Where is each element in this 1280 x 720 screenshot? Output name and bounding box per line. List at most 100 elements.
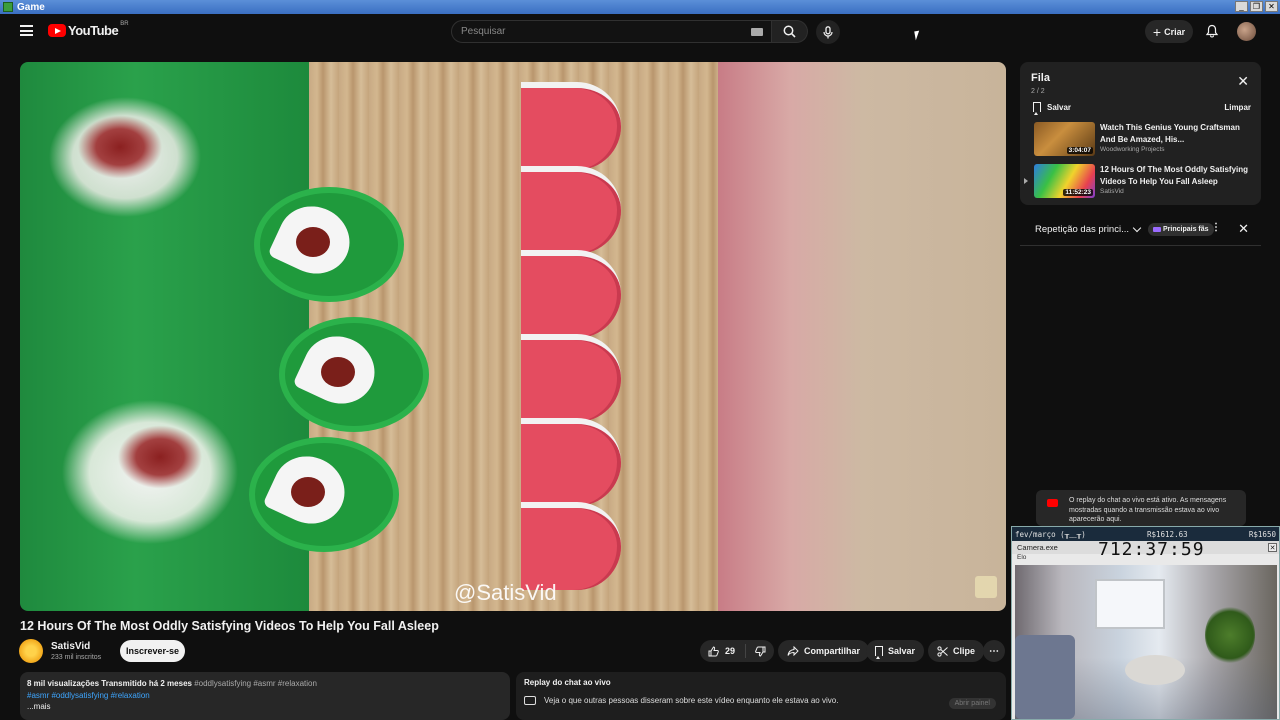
channel-branding-icon[interactable] xyxy=(975,576,997,598)
room-table xyxy=(1125,655,1185,685)
restore-button[interactable]: ❐ xyxy=(1250,1,1263,12)
clip-label: Clipe xyxy=(953,646,976,656)
clip-button[interactable]: Clipe xyxy=(928,640,985,662)
create-button[interactable]: + Criar xyxy=(1145,20,1193,43)
thumbs-up-icon xyxy=(708,645,719,656)
youtube-logo[interactable]: YouTube BR xyxy=(48,20,129,38)
room-window xyxy=(1095,579,1165,629)
close-window-button[interactable]: ✕ xyxy=(1265,1,1278,12)
webcam-feed xyxy=(1015,565,1277,719)
green-candy xyxy=(254,187,404,302)
duration-badge: 3:04:07 xyxy=(1066,147,1093,154)
like-count: 29 xyxy=(725,646,736,656)
queue-count: 2 / 2 xyxy=(1031,88,1045,95)
camera-title-bar: Camera.exe 712:37:59 ✕ xyxy=(1012,539,1279,560)
replay-description: Veja o que outras pessoas disseram sobre… xyxy=(544,696,839,705)
bookmark-icon xyxy=(1033,102,1041,115)
search-input[interactable] xyxy=(461,26,751,37)
share-button[interactable]: Compartilhar xyxy=(778,640,870,662)
room-plant xyxy=(1205,605,1255,665)
save-queue-label: Salvar xyxy=(1047,102,1072,112)
like-dislike-group: 29 xyxy=(700,640,774,662)
youtube-play-icon xyxy=(48,24,66,37)
green-candy xyxy=(279,317,429,432)
kebab-menu-icon[interactable]: ⋮ xyxy=(1211,223,1221,233)
close-queue-icon[interactable]: ✕ xyxy=(1237,74,1249,88)
chat-mode-selector[interactable]: Repetição das princi... xyxy=(1035,224,1130,235)
video-player[interactable]: @SatisVid xyxy=(20,62,1006,611)
live-chat-header: Repetição das princi... Principais fãs ⋮… xyxy=(1020,214,1261,246)
queue-thumbnail: 3:04:07 xyxy=(1034,122,1095,156)
logo-text: YouTube xyxy=(68,23,119,38)
close-chat-icon[interactable]: ✕ xyxy=(1238,222,1249,235)
ticker-amount: R$1612.63 xyxy=(1146,529,1188,539)
replay-title: Replay do chat ao vivo xyxy=(524,678,611,687)
channel-name[interactable]: SatisVid xyxy=(51,641,90,652)
create-label: Criar xyxy=(1164,26,1186,37)
queue-item-channel: SatisVid xyxy=(1100,188,1124,195)
ticker-goal: R$1650 xyxy=(1248,529,1276,539)
plus-icon: + xyxy=(1152,23,1162,40)
fans-icon xyxy=(1153,227,1161,232)
camera-overlay-window[interactable]: fev/março (╥﹏╥) R$1612.63 R$1650 Camera.… xyxy=(1011,526,1280,720)
app-icon xyxy=(3,2,13,12)
search-box xyxy=(451,20,772,43)
window-controls: _ ❐ ✕ xyxy=(1235,1,1278,12)
window-title: Game xyxy=(17,1,45,13)
video-blur-right xyxy=(718,62,1006,611)
minimize-button[interactable]: _ xyxy=(1235,1,1248,12)
queue-item-title: 12 Hours Of The Most Oddly Satisfying Vi… xyxy=(1100,165,1249,186)
queue-item-title: Watch This Genius Young Craftsman And Be… xyxy=(1100,123,1240,144)
view-count-date: 8 mil visualizações Transmitido há 2 mes… xyxy=(27,679,192,688)
subscriber-count: 233 mil inscritos xyxy=(51,654,102,661)
notifications-bell-icon[interactable] xyxy=(1205,24,1219,38)
channel-avatar[interactable] xyxy=(19,639,43,663)
bookmark-icon xyxy=(875,646,883,659)
live-chat-replay-box: Replay do chat ao vivo Veja o que outras… xyxy=(516,672,1006,720)
top-fans-button[interactable]: Principais fãs xyxy=(1148,223,1214,236)
save-button[interactable]: Salvar xyxy=(866,640,925,662)
notice-text: O replay do chat ao vivo está ativo. As … xyxy=(1069,497,1227,523)
more-actions-icon[interactable]: ⋯ xyxy=(983,640,1005,662)
video-watermark: @SatisVid xyxy=(454,580,557,605)
elapsed-clock: 712:37:59 xyxy=(1098,539,1205,560)
queue-item-current[interactable]: 11:52:23 12 Hours Of The Most Oddly Sati… xyxy=(1024,164,1258,200)
green-candy xyxy=(249,437,399,552)
queue-item[interactable]: 3:04:07 Watch This Genius Young Craftsma… xyxy=(1034,122,1258,158)
microphone-icon xyxy=(823,25,833,38)
save-queue-button[interactable]: Salvar xyxy=(1033,102,1072,115)
duration-badge: 11:52:23 xyxy=(1063,189,1093,196)
keyboard-icon[interactable] xyxy=(751,27,763,36)
subscribe-button[interactable]: Inscrever-se xyxy=(120,640,185,662)
share-label: Compartilhar xyxy=(804,646,861,656)
description-box[interactable]: 8 mil visualizações Transmitido há 2 mes… xyxy=(20,672,510,720)
queue-item-channel: Woodworking Projects xyxy=(1100,146,1165,153)
search-button[interactable] xyxy=(772,20,808,43)
chat-replay-notice: O replay do chat ao vivo está ativo. As … xyxy=(1036,490,1246,526)
window-title-bar: Game _ ❐ ✕ xyxy=(0,0,1280,14)
like-button[interactable]: 29 xyxy=(700,644,746,658)
voice-search-button[interactable] xyxy=(816,20,840,44)
pink-candy-strip xyxy=(521,82,633,611)
queue-thumbnail: 11:52:23 xyxy=(1034,164,1095,198)
description-tags: #oddlysatisfying #asmr #relaxation xyxy=(194,679,317,688)
hashtag-links[interactable]: #asmr #oddlysatisfying #relaxation xyxy=(27,690,503,702)
dislike-button[interactable] xyxy=(746,646,774,657)
open-panel-button[interactable]: Abrir painel xyxy=(948,698,996,709)
user-avatar[interactable] xyxy=(1237,22,1256,41)
now-playing-icon xyxy=(1024,178,1028,184)
scissors-icon xyxy=(937,645,948,657)
search-icon xyxy=(783,25,796,38)
room-sofa xyxy=(1015,635,1075,719)
queue-panel: Fila 2 / 2 ✕ Salvar Limpar 3:04:07 Watch… xyxy=(1020,62,1261,205)
menu-icon[interactable] xyxy=(20,25,33,36)
country-code: BR xyxy=(120,20,129,27)
show-more-link[interactable]: ...mais xyxy=(27,701,503,713)
youtube-icon xyxy=(1047,499,1058,507)
close-camera-icon[interactable]: ✕ xyxy=(1268,543,1277,552)
clear-queue-button[interactable]: Limpar xyxy=(1224,103,1251,112)
queue-title: Fila xyxy=(1031,72,1050,84)
chevron-down-icon[interactable] xyxy=(1132,223,1142,232)
save-label: Salvar xyxy=(888,646,916,656)
ticker-left: fev/março (╥﹏╥) xyxy=(1015,529,1086,539)
